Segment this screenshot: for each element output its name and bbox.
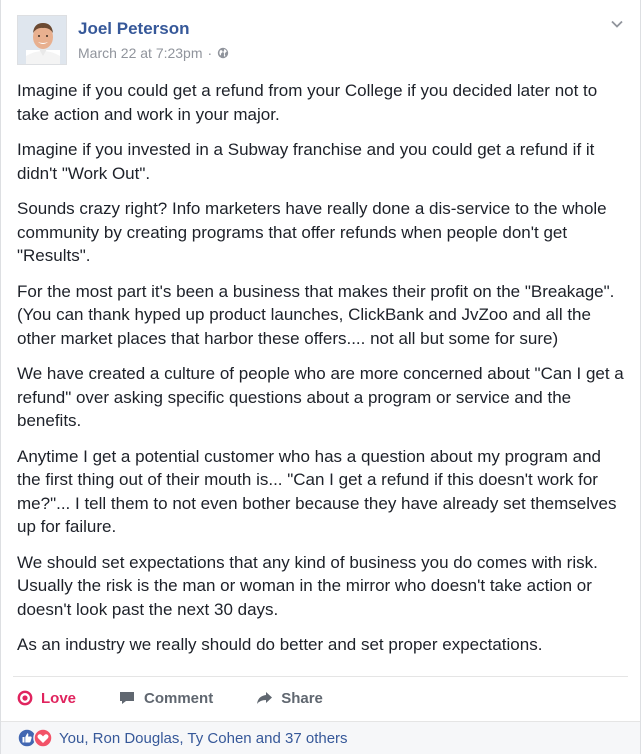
author-name-link[interactable]: Joel Peterson bbox=[78, 19, 190, 39]
post-paragraph: Imagine if you could get a refund from y… bbox=[17, 81, 598, 124]
love-label: Love bbox=[41, 689, 77, 707]
post-paragraph: We have created a culture of people who … bbox=[17, 364, 624, 430]
facebook-post: Joel Peterson March 22 at 7:23pm · Imagi… bbox=[0, 0, 641, 754]
post-paragraph: Sounds crazy right? Info marketers have … bbox=[17, 199, 607, 265]
post-paragraph: Imagine if you invested in a Subway fran… bbox=[17, 140, 595, 183]
actions-divider bbox=[13, 676, 628, 677]
post-header: Joel Peterson March 22 at 7:23pm · bbox=[1, 0, 640, 70]
share-label: Share bbox=[281, 689, 323, 707]
comment-button[interactable]: Comment bbox=[118, 690, 213, 707]
reactions-bar: You, Ron Douglas, Ty Cohen and 37 others bbox=[1, 721, 640, 754]
avatar-image bbox=[18, 16, 66, 64]
reactions-summary-link[interactable]: You, Ron Douglas, Ty Cohen and 37 others bbox=[59, 730, 348, 747]
love-button[interactable]: Love bbox=[17, 690, 76, 707]
chevron-down-icon[interactable] bbox=[610, 18, 624, 30]
comment-label: Comment bbox=[144, 689, 214, 707]
love-outline-icon bbox=[17, 690, 33, 706]
share-icon bbox=[257, 692, 273, 704]
post-paragraph: We should set expectations that any kind… bbox=[17, 552, 598, 619]
avatar[interactable] bbox=[17, 15, 67, 65]
post-paragraph: For the most part it's been a business t… bbox=[17, 281, 615, 348]
post-actions: Love Comment Share bbox=[17, 683, 365, 713]
post-paragraph: As an industry we really should do bette… bbox=[17, 635, 543, 654]
share-button[interactable]: Share bbox=[255, 690, 323, 707]
meta-separator: · bbox=[207, 45, 213, 61]
post-timestamp[interactable]: March 22 at 7:23pm bbox=[78, 45, 203, 61]
post-meta: March 22 at 7:23pm · bbox=[78, 45, 229, 61]
reaction-icons[interactable] bbox=[17, 728, 53, 748]
post-paragraph: Anytime I get a potential customer who h… bbox=[17, 446, 617, 537]
post-body: Imagine if you could get a refund from y… bbox=[17, 79, 629, 669]
comment-icon bbox=[120, 692, 135, 704]
love-reaction-icon bbox=[33, 728, 53, 748]
globe-icon[interactable] bbox=[217, 47, 229, 59]
